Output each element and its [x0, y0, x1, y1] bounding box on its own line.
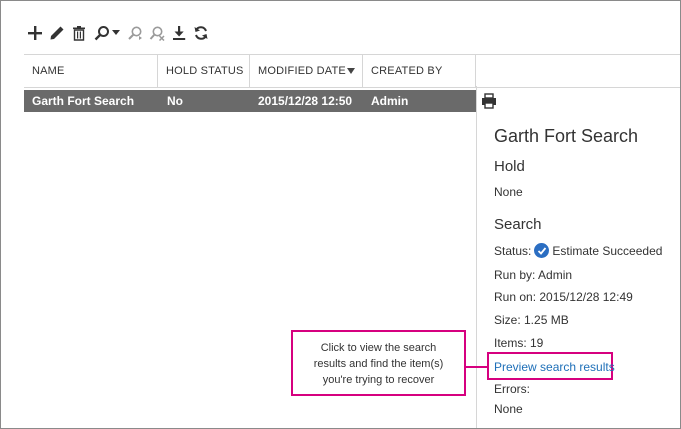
preview-link-highlight: Preview search results — [487, 352, 615, 380]
callout-line: results and find the item(s) — [313, 358, 444, 370]
delete-icon — [73, 26, 85, 41]
errors-value: None — [494, 402, 523, 416]
printer-icon — [482, 93, 496, 109]
status-label: Status: — [494, 243, 532, 258]
status-value: Estimate Succeeded — [552, 243, 663, 258]
search-menu-button[interactable] — [90, 22, 124, 44]
size: Size: 1.25 MB — [494, 313, 569, 327]
cell-hold-status: No — [167, 94, 183, 108]
table-row[interactable]: Garth Fort Search No 2015/12/28 12:50 Ad… — [24, 90, 476, 112]
add-icon — [28, 26, 42, 40]
stop-search-icon — [149, 26, 165, 41]
export-button[interactable] — [168, 22, 190, 44]
column-header-hold-status[interactable]: HOLD STATUS — [158, 55, 250, 87]
search-icon — [94, 26, 109, 41]
details-title: Garth Fort Search — [494, 126, 639, 146]
column-header-created-by[interactable]: CREATED BY — [363, 55, 476, 87]
delete-button[interactable] — [68, 22, 90, 44]
column-header-spacer — [476, 55, 680, 87]
cell-name: Garth Fort Search — [32, 94, 135, 108]
toolbar — [24, 22, 212, 44]
status-line: Status: Estimate Succeeded — [494, 243, 662, 258]
column-header-name[interactable]: NAME — [24, 55, 158, 87]
hold-heading: Hold — [494, 158, 525, 175]
cell-modified-date: 2015/12/28 12:50 — [258, 94, 353, 108]
success-check-icon — [534, 243, 550, 258]
table-header: NAME HOLD STATUS MODIFIED DATE CREATED B… — [24, 54, 680, 88]
details-pane-divider — [476, 86, 477, 428]
callout-box: Click to view the search results and fin… — [291, 330, 466, 396]
hold-value: None — [494, 185, 523, 199]
search-heading: Search — [494, 216, 542, 233]
preview-search-results-link[interactable]: Preview search results — [494, 360, 615, 374]
start-search-icon — [128, 26, 142, 40]
errors-label: Errors: — [494, 382, 530, 396]
callout-line: you're trying to recover — [322, 374, 435, 386]
items-count: Items: 19 — [494, 336, 544, 350]
export-icon — [173, 26, 186, 40]
refresh-button[interactable] — [190, 22, 212, 44]
print-button[interactable] — [481, 93, 497, 114]
cell-created-by: Admin — [371, 94, 409, 108]
chevron-down-icon — [112, 30, 120, 35]
column-header-modified-date[interactable]: MODIFIED DATE — [250, 55, 363, 87]
run-on: Run on: 2015/12/28 12:49 — [494, 290, 633, 304]
run-by: Run by: Admin — [494, 268, 573, 282]
callout-line: Click to view the search — [320, 342, 437, 354]
stop-search-button[interactable] — [146, 22, 168, 44]
callout-connector — [466, 366, 487, 368]
sort-descending-icon — [347, 68, 355, 74]
edit-icon — [50, 26, 64, 40]
refresh-icon — [194, 26, 208, 40]
edit-button[interactable] — [46, 22, 68, 44]
add-button[interactable] — [24, 22, 46, 44]
start-search-button[interactable] — [124, 22, 146, 44]
